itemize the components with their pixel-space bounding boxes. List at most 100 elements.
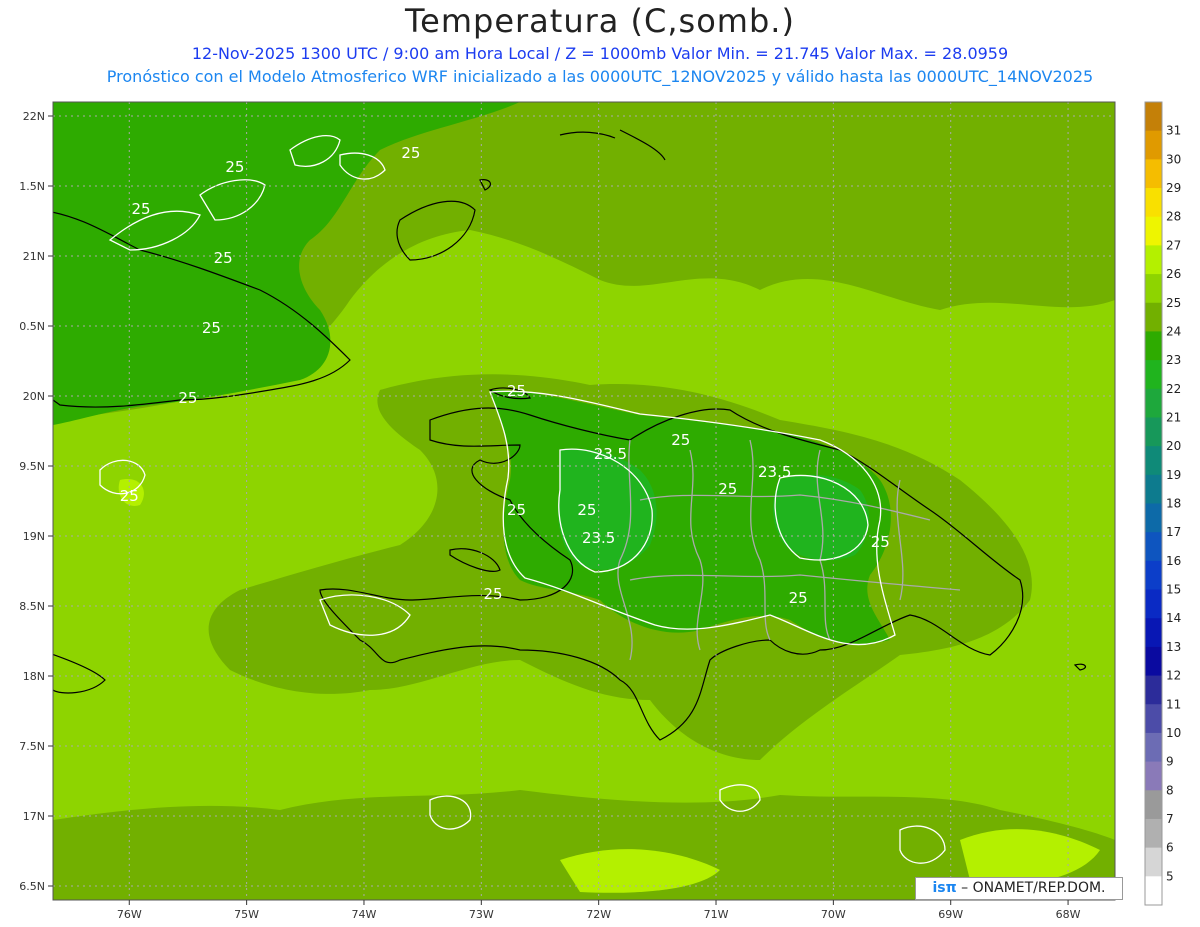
- colorbar-swatch: [1145, 216, 1162, 246]
- contour-label: 25: [214, 249, 233, 267]
- lon-label: 75W: [234, 908, 259, 921]
- colorbar-label: 13: [1166, 640, 1181, 654]
- colorbar-swatch: [1145, 732, 1162, 763]
- colorbar-swatch: [1145, 102, 1162, 132]
- colorbar-label: 11: [1166, 697, 1181, 711]
- colorbar-label: 9: [1166, 755, 1174, 769]
- lat-label: 22N: [23, 110, 45, 123]
- colorbar-swatch: [1145, 245, 1162, 275]
- lon-label: 71W: [704, 908, 729, 921]
- colorbar-swatch: [1145, 532, 1162, 562]
- contour-label: 25: [789, 589, 808, 607]
- colorbar-label: 21: [1166, 410, 1181, 424]
- colorbar-label: 14: [1166, 611, 1181, 625]
- colorbar-label: 26: [1166, 267, 1181, 281]
- colorbar-swatch: [1145, 847, 1162, 877]
- colorbar-swatch: [1145, 302, 1162, 332]
- contour-label: 25: [202, 319, 221, 337]
- lat-label: 17N: [23, 810, 45, 823]
- contour-label: 25: [507, 501, 526, 519]
- lat-label: 20N: [23, 390, 45, 403]
- colorbar-label: 17: [1166, 525, 1181, 539]
- colorbar-swatch: [1145, 417, 1162, 447]
- contour-label: 25: [507, 382, 526, 400]
- contour-label: 25: [225, 158, 244, 176]
- contour-label: 25: [120, 487, 139, 505]
- lon-label: 72W: [586, 908, 611, 921]
- colorbar-label: 28: [1166, 210, 1181, 224]
- colorbar-swatch: [1145, 646, 1162, 677]
- contour-label: 25: [718, 480, 737, 498]
- lat-label: 0.5N: [19, 320, 45, 333]
- colorbar-swatch: [1145, 188, 1162, 218]
- lon-label: 70W: [821, 908, 846, 921]
- lon-label: 73W: [469, 908, 494, 921]
- lat-label: 18N: [23, 670, 45, 683]
- colorbar-swatch: [1145, 589, 1162, 619]
- lat-label: 6.5N: [19, 880, 45, 893]
- colorbar-label: 24: [1166, 324, 1181, 338]
- colorbar-swatch: [1145, 159, 1162, 189]
- colorbar-swatch: [1145, 130, 1162, 160]
- colorbar-label: 12: [1166, 669, 1181, 683]
- credit-box: isπ – ONAMET/REP.DOM.: [915, 877, 1123, 900]
- latitude-axis: 22N 1.5N 21N 0.5N 20N 9.5N 19N 8.5N 18N 7.5N 17N 6.…: [19, 110, 53, 893]
- colorbar-swatch: [1145, 675, 1162, 705]
- lon-label: 69W: [938, 908, 963, 921]
- colorbar-swatch: [1145, 474, 1162, 504]
- contour-label: 23.5: [758, 463, 791, 481]
- lat-label: 19N: [23, 530, 45, 543]
- contour-label: 25: [178, 389, 197, 407]
- colorbar-label: 29: [1166, 181, 1181, 195]
- colorbar-swatch: [1145, 876, 1162, 906]
- colorbar-label: 7: [1166, 812, 1174, 826]
- colorbar-label: 15: [1166, 583, 1181, 597]
- colorbar-label: 25: [1166, 296, 1181, 310]
- colorbar-label: 20: [1166, 439, 1181, 453]
- colorbar-swatch: [1145, 446, 1162, 476]
- lon-label: 76W: [117, 908, 142, 921]
- contour-label: 23.5: [594, 445, 627, 463]
- colorbar-swatch: [1145, 331, 1162, 361]
- contour-label: 23.5: [582, 529, 615, 547]
- colorbar-label: 27: [1166, 238, 1181, 252]
- onamet-logo: isπ: [932, 880, 957, 896]
- credit-text: – ONAMET/REP.DOM.: [961, 880, 1106, 896]
- map-plot-area: 25 25 25 25 25 25 25 25 23.5 25 25 23.5 25 25 23.5 25 25…: [53, 102, 1115, 900]
- colorbar-label: 31: [1166, 124, 1181, 138]
- colorbar-swatch: [1145, 388, 1162, 418]
- lat-label: 9.5N: [19, 460, 45, 473]
- colorbar-label: 30: [1166, 152, 1181, 166]
- colorbar-swatch: [1145, 560, 1162, 591]
- colorbar-label: 22: [1166, 382, 1181, 396]
- lat-label: 7.5N: [19, 740, 45, 753]
- contour-label: 25: [401, 144, 420, 162]
- colorbar-swatch: [1145, 503, 1162, 533]
- longitude-axis: 76W 75W 74W 73W 72W 71W 70W 69W 68W: [117, 900, 1081, 921]
- colorbar-swatch: [1145, 790, 1162, 820]
- colorbar-label: 8: [1166, 783, 1174, 797]
- colorbar-swatch: [1145, 818, 1162, 849]
- colorbar-label: 19: [1166, 468, 1181, 482]
- colorbar-label: 16: [1166, 554, 1181, 568]
- colorbar-swatch: [1145, 274, 1162, 304]
- lon-label: 74W: [352, 908, 377, 921]
- lat-label: 21N: [23, 250, 45, 263]
- colorbar-label: 5: [1166, 869, 1174, 883]
- colorbar-swatch: [1145, 618, 1162, 648]
- colorbar-label: 6: [1166, 841, 1174, 855]
- contour-label: 25: [577, 501, 596, 519]
- contour-label: 25: [131, 200, 150, 218]
- contour-label: 25: [671, 431, 690, 449]
- contour-label: 25: [871, 533, 890, 551]
- colorbar-swatch: [1145, 761, 1162, 791]
- colorbar-swatch: [1145, 704, 1162, 734]
- temperature-map: 25 25 25 25 25 25 25 25 23.5 25 25 23.5 25 25 23.5 25 25…: [19, 101, 1181, 921]
- colorbar-swatch: [1145, 360, 1162, 390]
- lat-label: 1.5N: [19, 180, 45, 193]
- lon-label: 68W: [1056, 908, 1081, 921]
- colorbar-label: 23: [1166, 353, 1181, 367]
- lat-label: 8.5N: [19, 600, 45, 613]
- contour-label: 25: [484, 585, 503, 603]
- colorbar: 31 30 29 28 27 26 25 24 23 22 21 20 19 18 17 16 15 14 13 12…: [1144, 101, 1181, 906]
